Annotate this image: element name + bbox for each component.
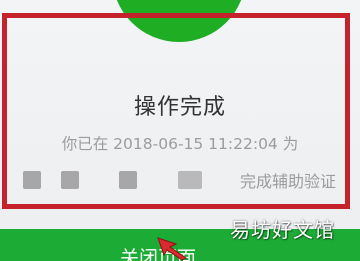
watermark-text: 易坊好文馆 bbox=[230, 218, 335, 242]
assist-verification-text: 完成辅助验证 bbox=[239, 172, 336, 191]
verification-result-screen: 操作完成 你已在 2018-06-15 11:22:04 为 完成辅助验证 关闭… bbox=[0, 0, 360, 261]
result-title: 操作完成 bbox=[133, 95, 226, 120]
redaction-block bbox=[119, 171, 137, 189]
red-arrow-icon bbox=[157, 237, 187, 261]
redaction-block bbox=[23, 171, 41, 189]
verification-time-text: 你已在 2018-06-15 11:22:04 为 bbox=[61, 135, 299, 153]
redaction-block bbox=[61, 171, 79, 189]
verified-user-row: 完成辅助验证 bbox=[18, 166, 348, 192]
redaction-block bbox=[178, 171, 202, 189]
